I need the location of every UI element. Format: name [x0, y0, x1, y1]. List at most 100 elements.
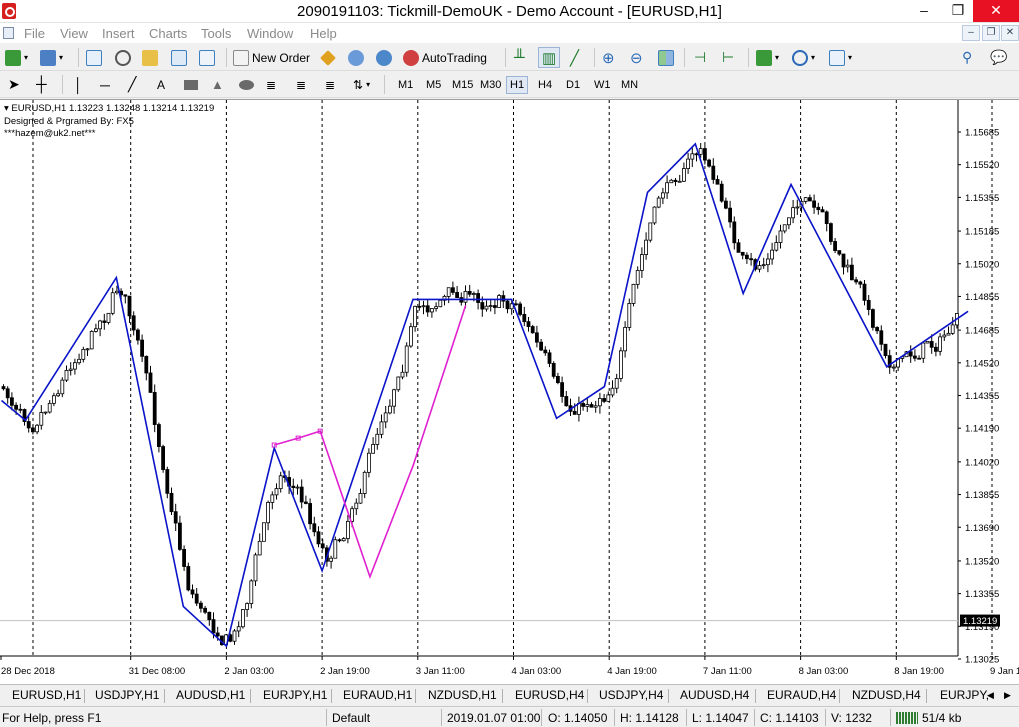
chart-canvas[interactable]: 1.15685 1.15520 1.15355 1.15185 1.15020 1.148… [0, 100, 1019, 685]
tab-euraud-h1[interactable]: EURAUD,H1 [343, 688, 412, 702]
restore-button[interactable]: ❐ [941, 0, 975, 22]
zoom-in-button[interactable]: ⊕ [602, 47, 615, 68]
trendline-tool[interactable]: ╱ [128, 74, 136, 95]
indicators-button[interactable]: ▾ [756, 47, 779, 68]
users-button[interactable] [348, 47, 364, 68]
time-tick-label: 4 Jan 19:00 [607, 666, 657, 677]
bar-chart-button[interactable]: ╨ [514, 47, 525, 68]
tab-nzdusd-h4[interactable]: NZDUSD,H4 [852, 688, 921, 702]
fibonacci-retracement-tool[interactable]: ≣ [296, 74, 306, 95]
timeframe-h1[interactable]: H1 [506, 76, 529, 94]
tile-windows-button[interactable] [658, 47, 674, 68]
ellipse-tool[interactable] [239, 74, 254, 95]
candlestick-button[interactable]: ▥ [538, 47, 561, 68]
menu-file[interactable]: File [24, 26, 45, 41]
candle-body [648, 222, 653, 241]
candle-body [379, 421, 384, 435]
candle-body [711, 165, 716, 180]
time-tick-label: 31 Dec 08:00 [129, 666, 186, 677]
cursor-tool[interactable]: ➤ [8, 74, 20, 95]
metaeditor-button[interactable] [320, 47, 336, 68]
candle-body [198, 602, 203, 609]
zoom-out-icon: ⊖ [630, 49, 643, 67]
templates-button[interactable]: ▾ [829, 47, 852, 68]
candle-body [249, 580, 254, 604]
timeframe-w1[interactable]: W1 [591, 76, 614, 94]
candle-body [316, 531, 321, 545]
autoscroll-button[interactable]: ⊢ [722, 47, 734, 68]
tab-eurusd-h1[interactable]: EURUSD,H1 [12, 688, 81, 702]
candle-body [463, 291, 468, 303]
mdi-minimize-button[interactable]: – [962, 25, 980, 41]
tab-usdjpy-h1[interactable]: USDJPY,H1 [95, 688, 159, 702]
tab-audusd-h1[interactable]: AUDUSD,H1 [176, 688, 245, 702]
menu-help[interactable]: Help [310, 26, 337, 41]
tab-eurjpy-partial[interactable]: EURJPY, [940, 688, 989, 702]
timeframe-d1[interactable]: D1 [563, 76, 583, 94]
rectangle-tool[interactable] [184, 74, 198, 95]
channel-icon: ≣ [325, 77, 336, 92]
periods-button[interactable]: ▾ [792, 47, 815, 68]
tab-eurjpy-h1[interactable]: EURJPY,H1 [263, 688, 327, 702]
navigator-button[interactable] [142, 47, 158, 68]
vertical-line-tool[interactable]: │ [74, 74, 83, 95]
channel-tool[interactable]: ≣ [325, 74, 335, 95]
menu-insert[interactable]: Insert [102, 26, 135, 41]
profiles-button[interactable]: ▾ [40, 47, 63, 68]
fibonacci-fan-tool[interactable]: ≣ [266, 74, 276, 95]
data-window-button[interactable] [115, 47, 131, 68]
terminal-icon [171, 49, 187, 66]
menu-window[interactable]: Window [247, 26, 293, 41]
chat-button[interactable]: 💬 [990, 47, 1007, 68]
timeframe-h4[interactable]: H4 [535, 76, 555, 94]
tab-audusd-h4[interactable]: AUDUSD,H4 [680, 688, 749, 702]
tabs-scroll-left-button[interactable]: ◀ [987, 690, 994, 701]
zoom-out-button[interactable]: ⊖ [630, 47, 643, 68]
candle-body [535, 332, 539, 343]
minimize-button[interactable]: – [907, 0, 941, 22]
candle-body [270, 494, 275, 503]
autotrading-button[interactable]: AutoTrading [403, 47, 487, 68]
strategy-tester-button[interactable] [199, 47, 215, 68]
document-icon[interactable] [3, 27, 14, 39]
candle-body [446, 287, 451, 297]
new-chart-icon [5, 49, 21, 66]
tab-usdjpy-h4[interactable]: USDJPY,H4 [599, 688, 663, 702]
menu-view[interactable]: View [60, 26, 88, 41]
zigzag-line [0, 142, 969, 648]
mdi-restore-button[interactable]: ❐ [982, 25, 1000, 41]
new-order-button[interactable]: New Order [233, 47, 310, 68]
menu-charts[interactable]: Charts [149, 26, 187, 41]
close-button[interactable]: ✕ [973, 0, 1019, 22]
chart-shift-button[interactable]: ⊣ [694, 47, 706, 68]
crosshair-tool[interactable]: ┼ [36, 74, 47, 95]
tab-nzdusd-h1[interactable]: NZDUSD,H1 [428, 688, 497, 702]
timeframe-mn[interactable]: MN [618, 76, 641, 94]
triangle-tool[interactable]: ▲ [211, 74, 224, 95]
menu-tools[interactable]: Tools [201, 26, 231, 41]
mdi-close-button[interactable]: ✕ [1001, 25, 1019, 41]
arrows-tool[interactable]: ⇅ ▾ [353, 74, 370, 95]
timeframe-m15[interactable]: M15 [449, 76, 476, 94]
text-tool[interactable]: A [157, 74, 165, 95]
timeframe-m30[interactable]: M30 [477, 76, 504, 94]
tab-eurusd-h4[interactable]: EURUSD,H4 [515, 688, 584, 702]
options-button[interactable] [376, 47, 392, 68]
price-chart[interactable]: 1.15685 1.15520 1.15355 1.15185 1.15020 1.148… [0, 99, 1019, 684]
candle-body [724, 200, 728, 209]
market-watch-button[interactable] [86, 47, 102, 68]
tabs-scroll-right-button[interactable]: ▶ [1004, 690, 1011, 701]
search-button[interactable]: ⚲ [962, 47, 972, 68]
tab-euraud-h4[interactable]: EURAUD,H4 [767, 688, 836, 702]
line-chart-button[interactable]: ╱ [570, 47, 579, 68]
terminal-button[interactable] [171, 47, 187, 68]
timeframe-m1[interactable]: M1 [395, 76, 416, 94]
timeframe-m5[interactable]: M5 [423, 76, 444, 94]
horizontal-line-tool[interactable]: ─ [100, 74, 110, 95]
candle-body [770, 249, 774, 260]
price-tick-label: 1.13855 [965, 490, 999, 501]
new-chart-button[interactable]: ▾ [5, 47, 28, 68]
candle-body [207, 611, 212, 621]
candle-body [148, 372, 153, 393]
autoscroll-icon: ⊢ [722, 49, 735, 65]
